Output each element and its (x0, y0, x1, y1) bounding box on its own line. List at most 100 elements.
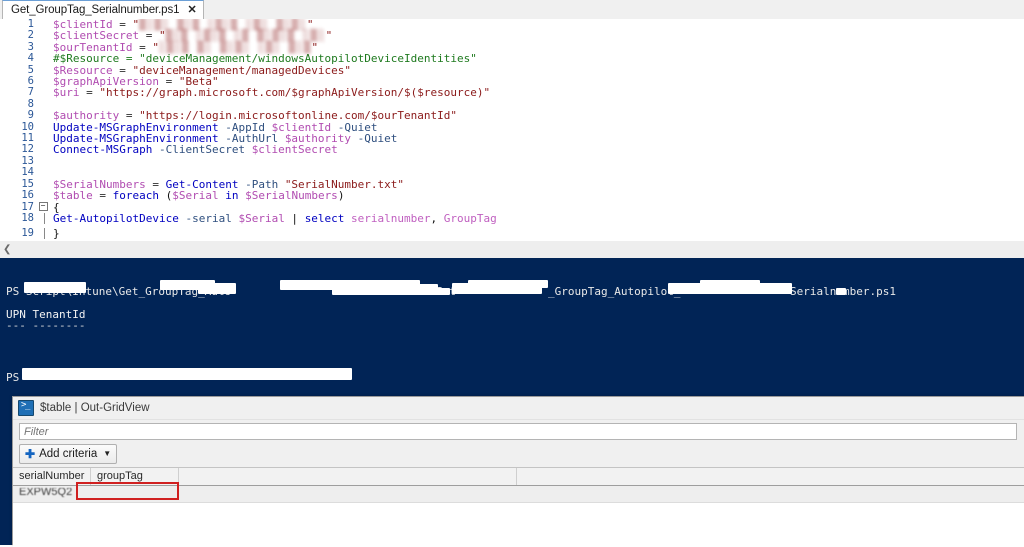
add-criteria-label: Add criteria (39, 448, 98, 460)
token-operator: = (92, 189, 113, 203)
token-variable: $Serial (172, 189, 219, 203)
fold-gutter[interactable] (38, 190, 48, 201)
fold-gutter[interactable] (38, 76, 48, 87)
token-variable: $SerialNumbers (245, 189, 338, 203)
line-number: 19 (21, 227, 34, 240)
code-line: 16 $table = foreach ($Serial in $SerialN… (0, 189, 497, 202)
pane-splitter[interactable]: ❮ (0, 240, 1024, 260)
redaction-block (468, 280, 548, 288)
editor-tabstrip: Get_GroupTag_Serialnumber.ps1 ✕ (0, 0, 1024, 20)
fold-gutter[interactable] (38, 53, 48, 64)
column-header-spacer-2[interactable] (517, 468, 1024, 485)
fold-gutter[interactable] (38, 19, 48, 30)
fold-connector-icon (44, 212, 45, 224)
fold-gutter[interactable] (38, 30, 48, 41)
token-cmdlet: select (304, 211, 345, 225)
console-left-edge (0, 396, 12, 545)
tab-get-grouptag-serialnumber[interactable]: Get_GroupTag_Serialnumber.ps1 ✕ (2, 0, 204, 19)
code-editor[interactable]: 1 $clientId = "▒░▒░ ▒░▒ ░▒░▒ ░▒░ ▒░▒░" 2… (0, 19, 1024, 240)
fold-gutter[interactable] (38, 167, 48, 178)
redaction-block (24, 282, 86, 293)
fold-gutter (38, 228, 48, 240)
powershell-icon (18, 400, 34, 416)
redaction-block (700, 280, 760, 288)
token-keyword: foreach (112, 189, 159, 203)
fold-gutter (38, 212, 48, 228)
code-lines: 1 $clientId = "▒░▒░ ▒░▒ ░▒░▒ ░▒░ ▒░▒░" 2… (0, 19, 497, 240)
gridview-filter-bar (13, 420, 1024, 440)
fold-gutter[interactable] (38, 65, 48, 76)
line-number: 14 (21, 166, 34, 179)
code-content: Get-AutopilotDevice -serial $Serial | se… (48, 213, 497, 228)
code-line: 12 Connect-MSGraph -ClientSecret $client… (0, 144, 497, 156)
filter-input[interactable] (19, 423, 1017, 440)
code-line: 7 $uri = "https://graph.microsoft.com/$g… (0, 87, 497, 99)
gridview-title: $table | Out-GridView (40, 402, 150, 414)
code-content: $uri = "https://graph.microsoft.com/$gra… (48, 87, 497, 98)
line-number: 16 (21, 189, 34, 202)
close-icon[interactable]: ✕ (187, 4, 196, 16)
token-keyword: in (218, 189, 246, 203)
token-cmdlet: Get-AutopilotDevice (53, 211, 179, 225)
table-row[interactable]: EXPW5Q2 (13, 486, 1024, 503)
line-number: 4 (27, 52, 34, 65)
token-property: GroupTag (437, 211, 497, 225)
code-content: Connect-MSGraph -ClientSecret $clientSec… (48, 144, 497, 155)
code-content: } (48, 228, 497, 240)
fold-gutter[interactable]: − (38, 201, 48, 213)
fold-gutter[interactable] (38, 156, 48, 167)
cell-serialnumber[interactable]: EXPW5Q2 (13, 486, 91, 502)
column-header-grouptag[interactable]: groupTag (91, 468, 179, 485)
redaction-block (390, 284, 438, 294)
console-output-separator: --- -------- (6, 319, 86, 332)
token-quote: " (325, 29, 333, 43)
token-brace: } (53, 227, 60, 240)
code-line: 13 (0, 155, 497, 167)
fold-gutter[interactable] (38, 133, 48, 144)
prompt-prefix: PS (6, 285, 26, 298)
collapse-icon[interactable]: − (38, 201, 48, 211)
column-header-spacer-1[interactable] (179, 468, 517, 485)
fold-gutter[interactable] (38, 144, 48, 155)
code-line: 19 } (0, 227, 497, 240)
line-number: 18 (21, 211, 34, 224)
code-line: 18 Get-AutopilotDevice -serial $Serial |… (0, 211, 497, 228)
gridview-header-row: serialNumber groupTag (13, 468, 1024, 486)
gridview-titlebar[interactable]: $table | Out-GridView (13, 397, 1024, 420)
ise-editor-pane: Get_GroupTag_Serialnumber.ps1 ✕ 1 $clien… (0, 0, 1024, 240)
token-variable: $clientSecret (251, 143, 338, 157)
cell-grouptag[interactable] (91, 486, 179, 502)
token-variable: $Serial (238, 211, 285, 225)
column-header-serialnumber[interactable]: serialNumber (13, 468, 91, 485)
redaction-block (22, 368, 352, 380)
redaction-block (198, 283, 236, 294)
tab-label: Get_GroupTag_Serialnumber.ps1 (11, 4, 180, 16)
fold-gutter[interactable] (38, 87, 48, 98)
token-parameter: -Quiet (351, 132, 398, 146)
redaction-block (836, 288, 846, 295)
token-parameter: -serial (178, 211, 239, 225)
token-string: "https://graph.microsoft.com/$graphApiVe… (99, 86, 491, 100)
fold-gutter[interactable] (38, 122, 48, 133)
fold-gutter[interactable] (38, 42, 48, 53)
out-gridview-window[interactable]: $table | Out-GridView ✚ Add criteria ▼ s… (12, 396, 1024, 547)
code-content (48, 156, 497, 167)
chevron-left-icon[interactable]: ❮ (3, 244, 11, 256)
line-number: 9 (27, 109, 34, 122)
redacted-credential: ░▒░▒ ▒░ ▒░▒░ ░▒░ ▒░▒ (158, 40, 312, 54)
fold-gutter[interactable] (38, 99, 48, 110)
fold-connector-icon (44, 228, 45, 240)
console-prompt-frag-grouptag: _GroupTag_Autopilot_ (548, 285, 681, 298)
token-punct: ( (158, 189, 173, 203)
fold-gutter[interactable] (38, 110, 48, 121)
gridview-data-grid[interactable]: serialNumber groupTag EXPW5Q2 (13, 467, 1024, 547)
token-operator: = (79, 86, 100, 100)
fold-gutter[interactable] (38, 179, 48, 190)
add-criteria-button[interactable]: ✚ Add criteria ▼ (19, 444, 118, 464)
cell-spacer-1 (179, 486, 517, 502)
plus-icon: ✚ (25, 447, 36, 461)
token-punct: ) (337, 189, 345, 203)
code-content: $table = foreach ($Serial in $SerialNumb… (48, 190, 497, 201)
token-pipe: | (284, 211, 305, 225)
chevron-down-icon: ▼ (103, 449, 112, 458)
